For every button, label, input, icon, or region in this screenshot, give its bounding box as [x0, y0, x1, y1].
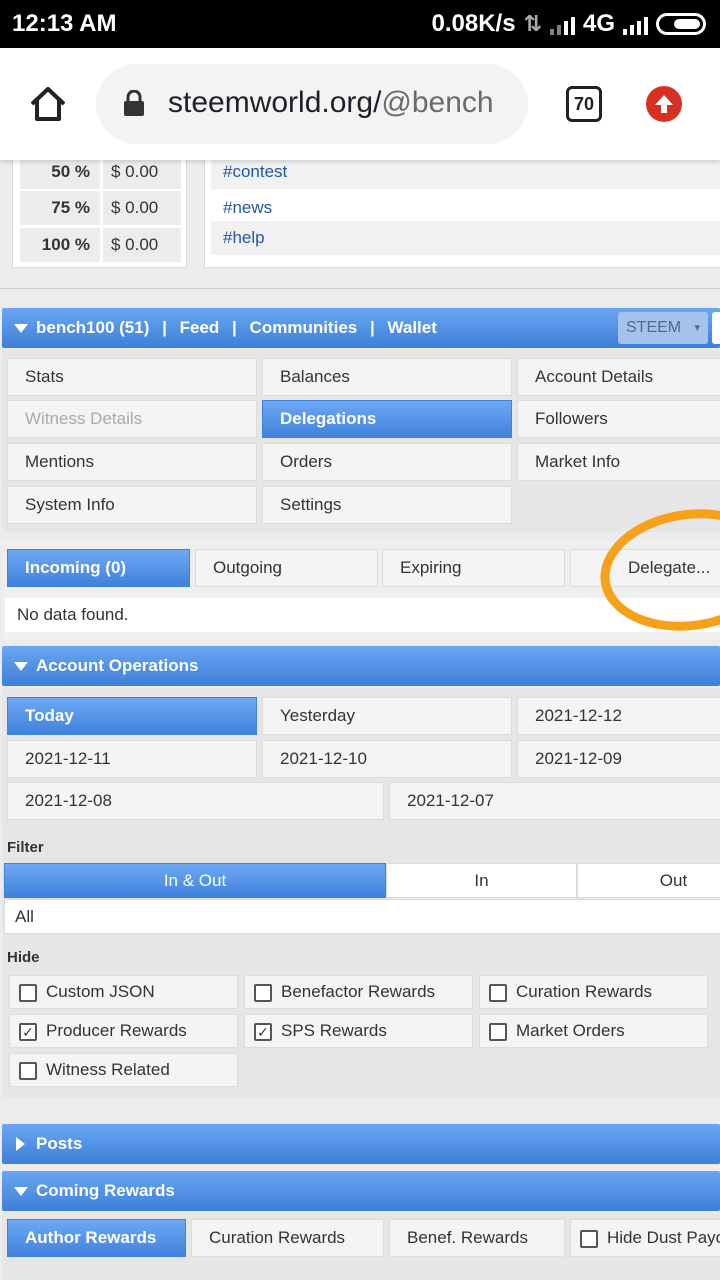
upload-icon[interactable] [646, 86, 682, 122]
payout-row: 75 % $ 0.00 [13, 191, 188, 225]
checkbox-icon [489, 984, 507, 1002]
checkbox-checked-icon: ✓ [254, 1023, 272, 1041]
hide-sps-rewards[interactable]: ✓ SPS Rewards [244, 1014, 473, 1048]
date-button[interactable]: 2021-12-07 [389, 782, 720, 820]
operations-panel: Today Yesterday 2021-12-12 2021-12-11 20… [2, 688, 720, 1098]
status-indicators: 0.08K/s ⇅ 4G [431, 10, 706, 38]
status-bar: 12:13 AM 0.08K/s ⇅ 4G [0, 0, 720, 48]
lock-icon [124, 90, 144, 116]
checkbox-icon [19, 984, 37, 1002]
feed-link[interactable]: Feed [180, 318, 220, 337]
filter-in[interactable]: In [386, 863, 577, 898]
wallet-link[interactable]: Wallet [387, 318, 436, 337]
hide-curation-rewards[interactable]: Curation Rewards [479, 975, 708, 1009]
hide-benefactor-rewards[interactable]: Benefactor Rewards [244, 975, 473, 1009]
checkbox-checked-icon: ✓ [19, 1023, 37, 1041]
secondary-select[interactable] [712, 312, 720, 344]
coming-rewards-bar[interactable]: Coming Rewards [2, 1171, 720, 1211]
filter-label: Filter [7, 839, 44, 856]
payout-row: 50 % $ 0.00 [13, 155, 188, 189]
hide-market-orders[interactable]: Market Orders [479, 1014, 708, 1048]
menu-system-info[interactable]: System Info [7, 486, 257, 524]
menu-witness-details[interactable]: Witness Details [7, 400, 257, 438]
tab-outgoing[interactable]: Outgoing [195, 549, 378, 587]
delegate-button[interactable]: Delegate... [570, 549, 720, 587]
hide-witness-related[interactable]: Witness Related [9, 1053, 238, 1087]
data-activity-icon: ⇅ [523, 11, 542, 36]
section-title: Account Operations [36, 656, 199, 675]
hide-label: Hide [7, 949, 40, 966]
hide-dust-toggle[interactable]: Hide Dust Payo [570, 1219, 720, 1257]
menu-mentions[interactable]: Mentions [7, 443, 257, 481]
collapse-icon[interactable] [14, 324, 28, 333]
hide-custom-json[interactable]: Custom JSON [9, 975, 238, 1009]
menu-stats[interactable]: Stats [7, 358, 257, 396]
currency-select[interactable]: STEEM [618, 312, 708, 344]
checkbox-icon [254, 984, 272, 1002]
battery-icon [656, 13, 706, 35]
checkbox-icon [580, 1230, 598, 1248]
menu-orders[interactable]: Orders [262, 443, 512, 481]
date-button[interactable]: 2021-12-09 [517, 740, 720, 778]
divider [0, 288, 720, 289]
checkbox-icon [489, 1023, 507, 1041]
tab-expiring[interactable]: Expiring [382, 549, 565, 587]
account-operations-bar[interactable]: Account Operations [2, 646, 720, 686]
filter-select[interactable]: All [4, 899, 720, 934]
date-button[interactable]: 2021-12-12 [517, 697, 720, 735]
section-title: Posts [36, 1134, 83, 1153]
signal-icon [549, 13, 575, 35]
account-header-bar: bench100 (51) | Feed | Communities | Wal… [2, 308, 720, 348]
page-content: 50 % $ 0.00 75 % $ 0.00 100 % $ 0.00 #co… [0, 150, 720, 1280]
address-bar[interactable]: steemworld.org/@bench [96, 64, 528, 144]
date-button[interactable]: 2021-12-08 [7, 782, 384, 820]
tab-benef-rewards[interactable]: Benef. Rewards [389, 1219, 565, 1257]
network-type: 4G [582, 10, 615, 37]
section-title: Coming Rewards [36, 1181, 175, 1200]
date-yesterday[interactable]: Yesterday [262, 697, 512, 735]
menu-balances[interactable]: Balances [262, 358, 512, 396]
posts-bar[interactable]: Posts [2, 1124, 720, 1164]
tags-card: #contest #news #help [204, 150, 720, 268]
net-speed: 0.08K/s [431, 10, 516, 37]
filter-in-out[interactable]: In & Out [4, 863, 386, 898]
menu-market-info[interactable]: Market Info [517, 443, 720, 481]
tab-curation-rewards[interactable]: Curation Rewards [191, 1219, 384, 1257]
coming-rewards-panel: Author Rewards Curation Rewards Benef. R… [2, 1213, 720, 1280]
collapse-icon [14, 662, 28, 671]
tag-link[interactable]: #help [211, 221, 720, 255]
menu-panel: Stats Balances Account Details Witness D… [2, 350, 720, 532]
menu-settings[interactable]: Settings [262, 486, 512, 524]
hide-producer-rewards[interactable]: ✓ Producer Rewards [9, 1014, 238, 1048]
tag-link[interactable]: #contest [211, 155, 720, 189]
tab-author-rewards[interactable]: Author Rewards [7, 1219, 186, 1257]
date-button[interactable]: 2021-12-10 [262, 740, 512, 778]
tab-incoming[interactable]: Incoming (0) [7, 549, 190, 587]
tag-link[interactable]: #news [211, 191, 720, 225]
status-time: 12:13 AM [12, 10, 117, 37]
communities-link[interactable]: Communities [250, 318, 358, 337]
date-today[interactable]: Today [7, 697, 257, 735]
delegations-panel: Incoming (0) Outgoing Expiring Delegate.… [2, 540, 720, 640]
menu-delegations[interactable]: Delegations [262, 400, 512, 438]
payout-card: 50 % $ 0.00 75 % $ 0.00 100 % $ 0.00 [12, 150, 187, 268]
menu-followers[interactable]: Followers [517, 400, 720, 438]
filter-out[interactable]: Out [577, 863, 720, 898]
checkbox-icon [19, 1062, 37, 1080]
expand-icon [16, 1137, 25, 1151]
no-data-message: No data found. [5, 598, 720, 632]
date-button[interactable]: 2021-12-11 [7, 740, 257, 778]
url-text: steemworld.org/@bench [168, 86, 494, 119]
browser-toolbar: steemworld.org/@bench 70 [0, 48, 720, 160]
collapse-icon [14, 1187, 28, 1196]
signal-icon-2 [623, 13, 648, 35]
menu-account-details[interactable]: Account Details [517, 358, 720, 396]
home-icon[interactable] [28, 84, 68, 124]
tab-count-button[interactable]: 70 [566, 86, 602, 122]
payout-row: 100 % $ 0.00 [13, 228, 188, 262]
account-name-link[interactable]: bench100 (51) [36, 318, 149, 337]
